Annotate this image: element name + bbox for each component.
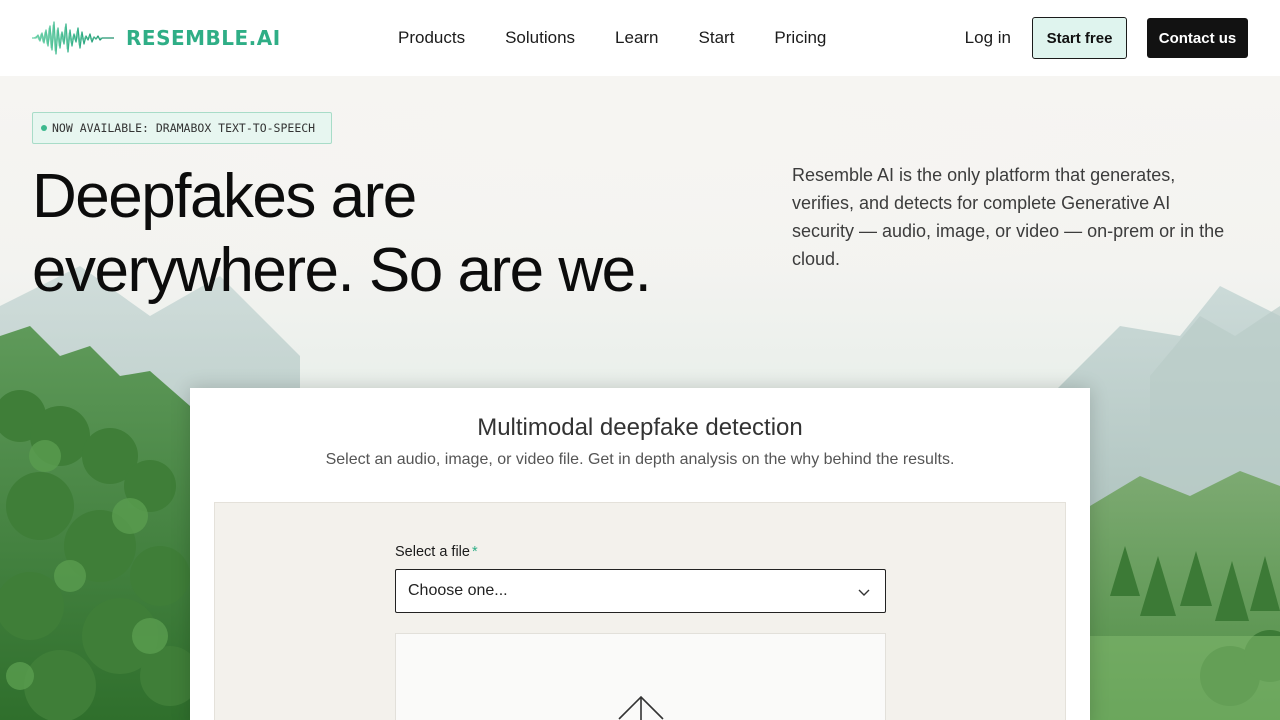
file-type-select[interactable]: Choose one... (395, 569, 886, 613)
site-header: RESEMBLE.AI Products Solutions Learn Sta… (0, 0, 1280, 76)
hero-intro: Resemble AI is the only platform that ge… (792, 165, 1225, 269)
headline-line-2: everywhere. So are we. (32, 236, 652, 305)
nav-item-learn[interactable]: Learn (615, 28, 658, 48)
start-free-button[interactable]: Start free (1032, 17, 1127, 59)
deepfake-detection-card: Multimodal deepfake detection Select an … (190, 388, 1090, 720)
file-label-text: Select a file (395, 544, 470, 560)
select-value: Choose one... (408, 582, 508, 599)
status-dot-icon (41, 125, 47, 131)
headline-line-1: Deepfakes are (32, 162, 417, 231)
hero-headline: Deepfakes are everywhere. So are we. (32, 160, 732, 308)
file-dropzone[interactable] (395, 633, 886, 720)
main-nav: Products Solutions Learn Start Pricing (398, 0, 826, 76)
upload-arrow-icon (618, 695, 664, 720)
contact-us-button[interactable]: Contact us (1147, 18, 1248, 58)
upload-panel: Select a file * Choose one... (214, 502, 1066, 720)
resemble-logo[interactable]: RESEMBLE.AI (32, 18, 281, 58)
login-link[interactable]: Log in (965, 28, 1011, 48)
nav-item-pricing[interactable]: Pricing (774, 28, 826, 48)
nav-item-products[interactable]: Products (398, 28, 465, 48)
card-title: Multimodal deepfake detection (477, 414, 803, 441)
header-actions: Log in Start free Contact us (965, 0, 1248, 76)
file-select-label: Select a file * (395, 544, 478, 560)
card-subtitle: Select an audio, image, or video file. G… (325, 451, 955, 468)
required-mark: * (471, 544, 478, 560)
waveform-logo-icon (32, 21, 114, 55)
brand-name: RESEMBLE.AI (126, 26, 281, 50)
nav-item-solutions[interactable]: Solutions (505, 28, 575, 48)
badge-text: NOW AVAILABLE: DRAMABOX TEXT-TO-SPEECH (52, 121, 316, 135)
chevron-down-icon (858, 589, 870, 596)
announcement-badge[interactable]: NOW AVAILABLE: DRAMABOX TEXT-TO-SPEECH (32, 112, 332, 144)
nav-item-start[interactable]: Start (699, 28, 735, 48)
